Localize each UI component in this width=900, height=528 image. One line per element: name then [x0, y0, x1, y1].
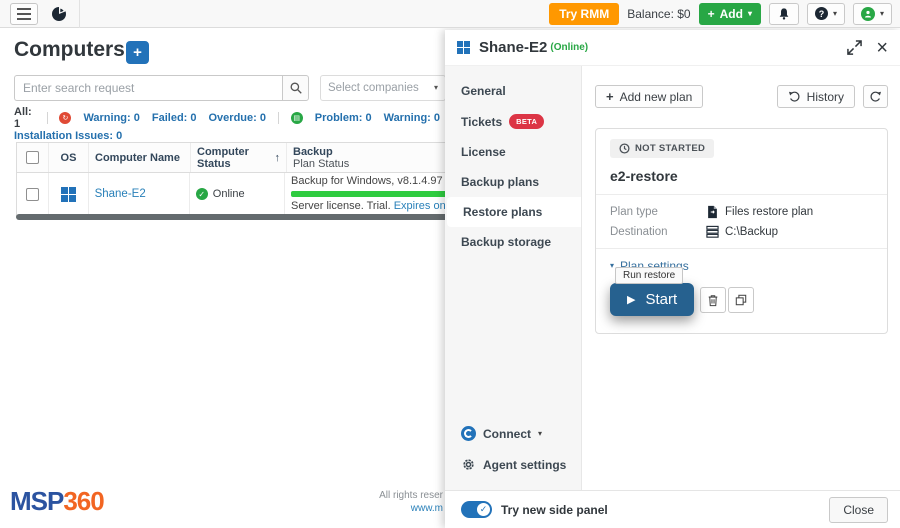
panel-online-status: (Online) [550, 42, 588, 53]
pie-chart-icon[interactable] [47, 3, 71, 25]
nav-item-restore-plans[interactable]: Restore plans [447, 197, 581, 227]
restore-plan-card: NOT STARTED e2-restore Plan type Files r… [595, 128, 888, 334]
refresh-button[interactable] [863, 85, 888, 108]
start-plan-button[interactable]: ▶ Start [610, 283, 694, 316]
search-input[interactable] [14, 75, 282, 101]
header-computer-status[interactable]: Computer Status ↑ [191, 143, 287, 172]
destination-row: Destination C:\Backup [610, 225, 873, 238]
license-text: Server license. Trial. [291, 200, 391, 212]
clock-icon [619, 143, 630, 154]
agent-settings-menu[interactable]: Agent settings [445, 449, 581, 480]
side-panel-toggle[interactable]: ✓ [461, 501, 492, 518]
filter-backup-warning[interactable]: Warning: 0 [83, 112, 139, 124]
plus-icon: + [708, 7, 715, 21]
help-button[interactable]: ? ▾ [807, 3, 845, 25]
toggle-label: Try new side panel [501, 503, 608, 517]
top-bar: Try RMM Balance: $0 + Add ▾ ? ▾ ▾ [0, 0, 900, 28]
filter-all[interactable]: All: 1 [14, 106, 35, 130]
plan-name: e2-restore [610, 168, 873, 184]
sort-asc-icon: ↑ [275, 152, 281, 164]
plan-status-badge: NOT STARTED [610, 139, 714, 158]
backup-product-icon: ↻ [59, 112, 71, 124]
header-os[interactable]: OS [49, 143, 89, 172]
filter-installation-issues[interactable]: Installation Issues: 0 [14, 130, 122, 142]
close-button[interactable]: Close [829, 497, 888, 523]
trash-icon [707, 294, 719, 307]
clone-plan-button[interactable] [728, 287, 754, 313]
computer-side-panel: Shane-E2 (Online) × General Tickets BETA… [445, 30, 900, 528]
windows-os-icon [61, 187, 76, 202]
plan-actions: Run restore ▶ Start [610, 277, 873, 321]
expand-panel-button[interactable] [847, 40, 862, 55]
chevron-down-icon: ▾ [833, 10, 837, 18]
panel-nav: General Tickets BETA License Backup plan… [445, 66, 582, 490]
chevron-down-icon: ▾ [434, 84, 438, 92]
nav-item-backup-storage[interactable]: Backup storage [445, 227, 581, 257]
select-all-checkbox[interactable] [26, 151, 39, 164]
filter-backup-failed[interactable]: Failed: 0 [152, 112, 197, 124]
plan-type-row: Plan type Files restore plan [610, 205, 873, 219]
add-new-plan-button[interactable]: + Add new plan [595, 85, 703, 108]
connect-menu[interactable]: Connect ▾ [445, 418, 581, 449]
nav-item-general[interactable]: General [445, 76, 581, 106]
close-panel-button[interactable]: × [876, 38, 888, 58]
storage-icon [706, 225, 719, 238]
chevron-down-icon: ▾ [610, 262, 614, 270]
nav-item-backup-plans[interactable]: Backup plans [445, 167, 581, 197]
chevron-down-icon: ▾ [748, 10, 752, 18]
search-icon [289, 81, 303, 95]
chevron-down-icon: ▾ [538, 430, 542, 438]
balance-label: Balance: $0 [627, 7, 690, 21]
panel-content: + Add new plan History [582, 66, 900, 490]
website-link[interactable]: www.m [290, 502, 443, 515]
panel-footer: ✓ Try new side panel Close [445, 490, 900, 528]
run-restore-tooltip: Run restore [615, 267, 683, 284]
companies-select[interactable]: Select companies ▾ [320, 75, 446, 101]
row-checkbox[interactable] [26, 188, 39, 201]
panel-header: Shane-E2 (Online) × [445, 30, 900, 66]
delete-plan-button[interactable] [700, 287, 726, 313]
account-button[interactable]: ▾ [853, 3, 892, 25]
copyright-text: All rights reser [290, 489, 443, 502]
expand-icon [847, 40, 862, 55]
computer-status-value: Online [213, 188, 245, 200]
connect-icon [461, 426, 476, 441]
user-avatar-icon [861, 7, 875, 21]
filter-backup-overdue[interactable]: Overdue: 0 [209, 112, 266, 124]
menu-icon[interactable] [10, 3, 38, 25]
gear-icon [461, 457, 476, 472]
file-restore-icon [706, 205, 719, 219]
history-icon [788, 90, 801, 103]
page-title: Computers [14, 38, 125, 62]
bell-icon [777, 7, 791, 21]
toggle-check-icon: ✓ [477, 503, 490, 516]
panel-computer-name: Shane-E2 [479, 39, 547, 56]
rmm-product-icon: ▤ [291, 112, 303, 124]
refresh-icon [869, 90, 882, 103]
copy-icon [735, 294, 747, 306]
app-window: Try RMM Balance: $0 + Add ▾ ? ▾ ▾ [0, 0, 900, 528]
notifications-button[interactable] [769, 3, 799, 25]
beta-badge: BETA [509, 114, 544, 129]
windows-os-icon [457, 41, 470, 54]
add-button[interactable]: + Add ▾ [699, 3, 761, 25]
plus-icon: + [606, 89, 614, 104]
backup-app-version: Backup for Windows, v8.1.4.97 [291, 175, 443, 188]
question-icon: ? [815, 7, 828, 20]
search-button[interactable] [282, 75, 309, 101]
header-computer-name[interactable]: Computer Name [89, 143, 191, 172]
filter-rmm-warning[interactable]: Warning: 0 [384, 112, 440, 124]
history-button[interactable]: History [777, 85, 855, 108]
add-computer-button[interactable]: + [126, 41, 149, 64]
msp360-logo: MSP360 [10, 486, 104, 517]
try-rmm-button[interactable]: Try RMM [549, 3, 619, 25]
nav-item-tickets[interactable]: Tickets BETA [445, 106, 581, 137]
topbar-divider [79, 0, 80, 28]
online-check-icon: ✓ [196, 188, 208, 200]
nav-item-license[interactable]: License [445, 137, 581, 167]
chevron-down-icon: ▾ [880, 10, 884, 18]
play-icon: ▶ [627, 293, 635, 306]
computer-name-link[interactable]: Shane-E2 [95, 188, 146, 200]
filter-rmm-problem[interactable]: Problem: 0 [315, 112, 372, 124]
